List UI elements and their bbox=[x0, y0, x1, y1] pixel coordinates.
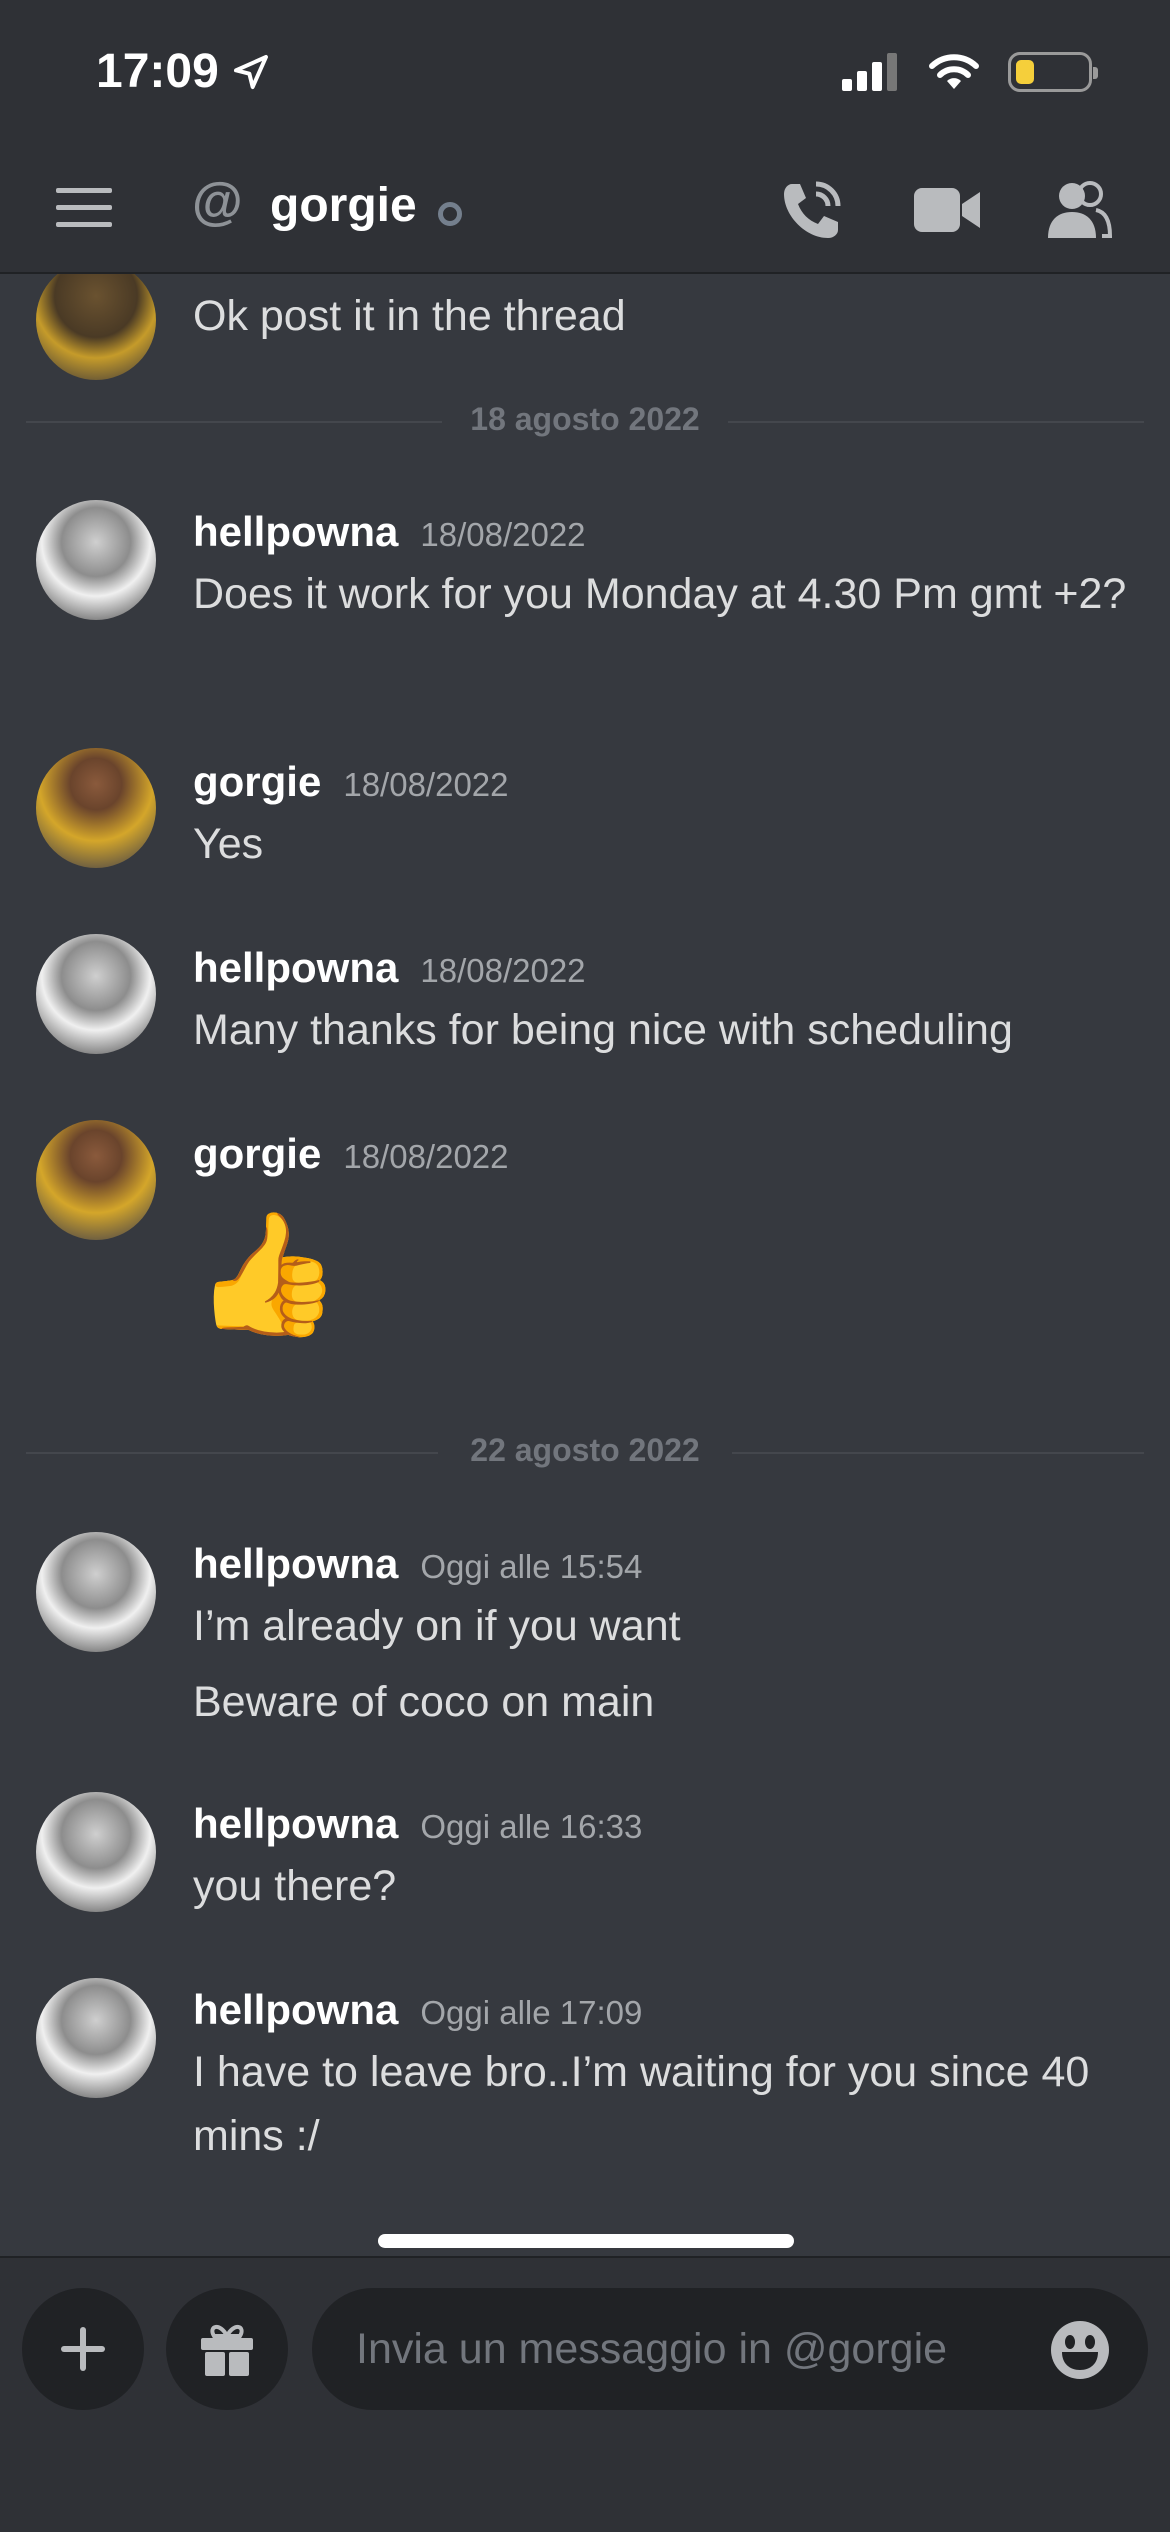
message-header: hellpowna 18/08/2022 bbox=[193, 944, 586, 992]
timestamp: Oggi alle 15:54 bbox=[420, 1548, 643, 1585]
author-name[interactable]: hellpowna bbox=[193, 1800, 398, 1847]
date-divider-label: 22 agosto 2022 bbox=[470, 1432, 700, 1468]
status-time: 17:09 bbox=[96, 44, 271, 99]
author-name[interactable]: gorgie bbox=[193, 758, 321, 805]
avatar[interactable] bbox=[36, 1120, 156, 1240]
timestamp: Oggi alle 16:33 bbox=[420, 1808, 643, 1845]
message-text: I have to leave bro..I’m waiting for you… bbox=[193, 2048, 1090, 2160]
message-input[interactable] bbox=[312, 2288, 1148, 2410]
wifi-icon bbox=[929, 54, 979, 89]
message-text: you there? bbox=[193, 1862, 397, 1910]
author-name[interactable]: hellpowna bbox=[193, 1986, 398, 2033]
plus-icon bbox=[61, 2327, 105, 2371]
avatar[interactable] bbox=[36, 1978, 156, 2098]
members-icon[interactable] bbox=[1046, 180, 1112, 240]
top-bar: 17:09 @ gorgie bbox=[0, 0, 1170, 274]
author-name[interactable]: hellpowna bbox=[193, 1540, 398, 1587]
emoji-message: 👍 bbox=[193, 1207, 343, 1341]
message-header: hellpowna 18/08/2022 bbox=[193, 508, 586, 556]
avatar[interactable] bbox=[36, 260, 156, 380]
status-icons bbox=[842, 52, 1098, 92]
channel-header: @ gorgie bbox=[0, 160, 1170, 260]
cellular-signal-icon bbox=[842, 53, 897, 91]
date-divider-label: 18 agosto 2022 bbox=[470, 401, 700, 437]
timestamp: 18/08/2022 bbox=[420, 516, 586, 553]
timestamp: Oggi alle 17:09 bbox=[420, 1994, 643, 2031]
video-call-icon[interactable] bbox=[914, 186, 980, 234]
date-divider: 18 agosto 2022 bbox=[26, 401, 1144, 441]
home-indicator[interactable] bbox=[378, 2234, 794, 2248]
message-header: hellpowna Oggi alle 16:33 bbox=[193, 1800, 642, 1848]
battery-icon bbox=[1008, 52, 1098, 92]
gift-button[interactable] bbox=[166, 2288, 288, 2410]
message-text: Yes bbox=[193, 820, 264, 868]
channel-title[interactable]: gorgie bbox=[270, 178, 417, 233]
timestamp: 18/08/2022 bbox=[343, 1138, 509, 1175]
avatar[interactable] bbox=[36, 748, 156, 868]
avatar[interactable] bbox=[36, 1792, 156, 1912]
message-text: Ok post it in the thread bbox=[193, 292, 626, 340]
message-composer bbox=[0, 2256, 1170, 2532]
message-header: hellpowna Oggi alle 15:54 bbox=[193, 1540, 642, 1588]
avatar[interactable] bbox=[36, 1532, 156, 1652]
avatar[interactable] bbox=[36, 934, 156, 1054]
message-text: I’m already on if you want bbox=[193, 1602, 681, 1650]
attach-button[interactable] bbox=[22, 2288, 144, 2410]
message-header: gorgie 18/08/2022 bbox=[193, 758, 509, 806]
message-text: Many thanks for being nice with scheduli… bbox=[193, 1006, 1013, 1054]
date-divider: 22 agosto 2022 bbox=[26, 1432, 1144, 1472]
author-name[interactable]: gorgie bbox=[193, 1130, 321, 1177]
message-text: Does it work for you Monday at 4.30 Pm g… bbox=[193, 570, 1127, 618]
avatar[interactable] bbox=[36, 500, 156, 620]
location-arrow-icon bbox=[233, 54, 268, 89]
author-name[interactable]: hellpowna bbox=[193, 508, 398, 555]
offline-status-icon bbox=[438, 202, 462, 226]
voice-call-icon[interactable] bbox=[780, 178, 844, 242]
timestamp: 18/08/2022 bbox=[420, 952, 586, 989]
message-text: Beware of coco on main bbox=[193, 1678, 655, 1726]
message-header: gorgie 18/08/2022 bbox=[193, 1130, 509, 1178]
emoji-picker-icon[interactable] bbox=[1050, 2320, 1110, 2380]
hamburger-menu-icon[interactable] bbox=[56, 188, 112, 228]
author-name[interactable]: hellpowna bbox=[193, 944, 398, 991]
timestamp: 18/08/2022 bbox=[343, 766, 509, 803]
gift-icon bbox=[201, 2325, 253, 2376]
battery-level bbox=[1016, 60, 1034, 84]
message-header: hellpowna Oggi alle 17:09 bbox=[193, 1986, 642, 2034]
at-icon: @ bbox=[192, 173, 243, 231]
